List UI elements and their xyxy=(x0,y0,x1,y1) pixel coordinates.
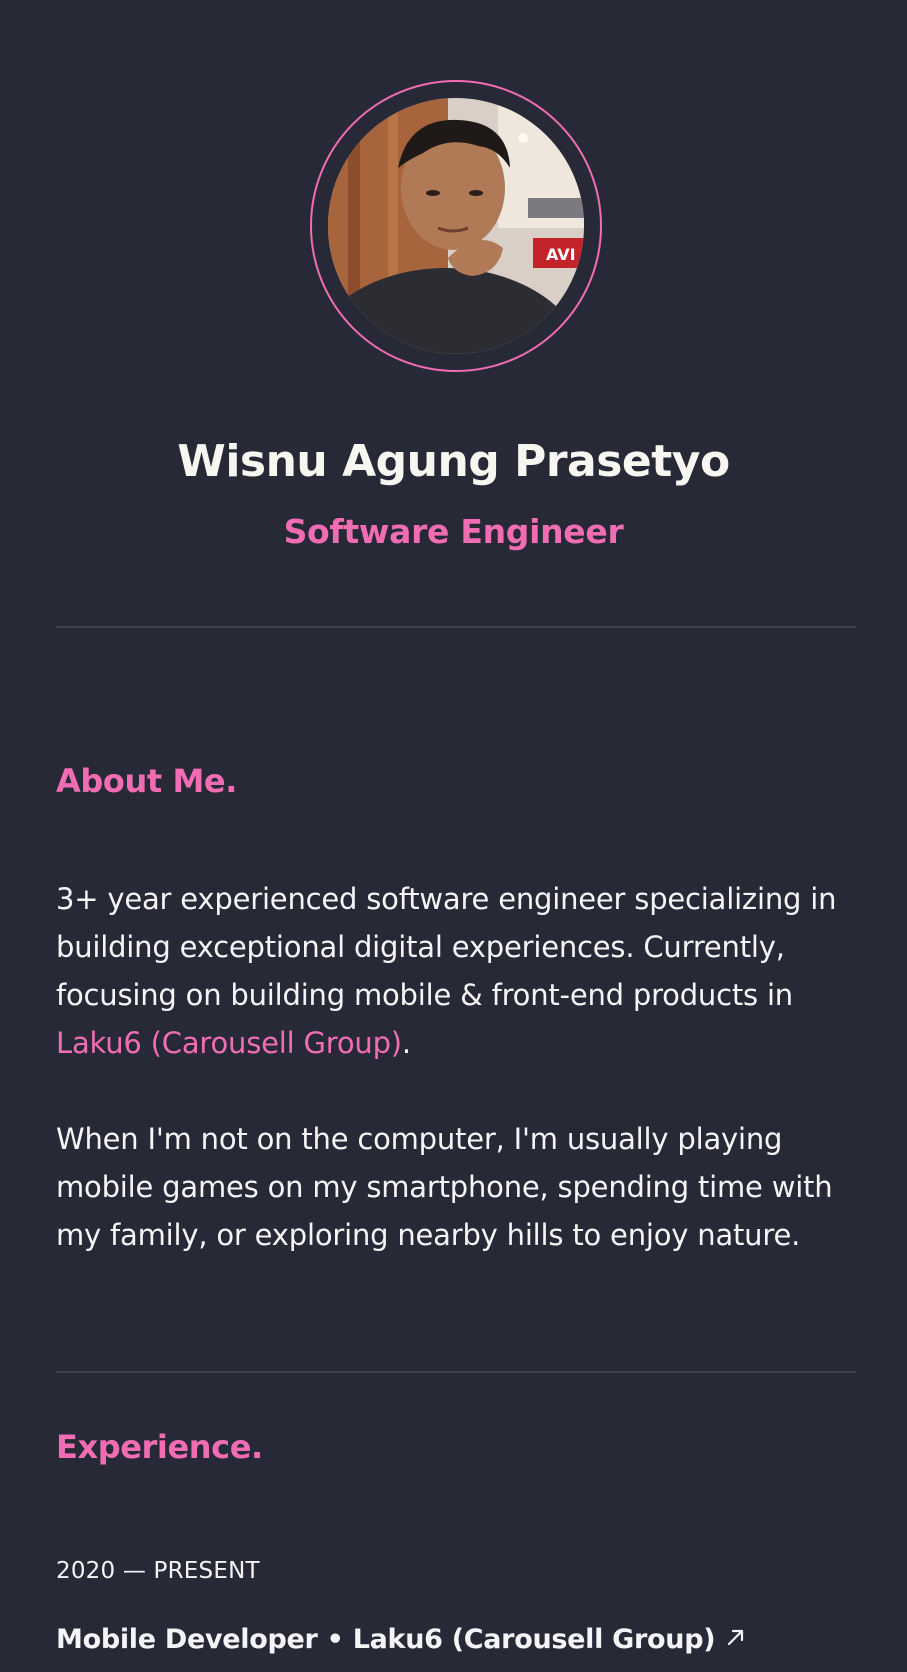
experience-title: Mobile Developer • Laku6 (Carousell Grou… xyxy=(56,1624,716,1655)
experience-date: 2020 — PRESENT xyxy=(56,1558,260,1584)
about-section-title: About Me. xyxy=(56,762,237,800)
arrow-up-right-icon xyxy=(725,1624,747,1655)
divider xyxy=(56,1371,856,1373)
experience-item-link[interactable]: Mobile Developer • Laku6 (Carousell Grou… xyxy=(56,1624,747,1655)
about-paragraph-2: When I'm not on the computer, I'm usuall… xyxy=(56,1122,833,1252)
svg-text:AVI: AVI xyxy=(546,245,576,264)
profile-photo-icon: AVI xyxy=(328,98,584,354)
profile-name: Wisnu Agung Prasetyo xyxy=(177,436,730,487)
about-paragraph-1-end: . xyxy=(401,1026,411,1060)
about-paragraph-1-text: 3+ year experienced software engineer sp… xyxy=(56,882,837,1012)
profile-page: AVI Wisnu Agung Prasetyo Software Engine… xyxy=(0,0,907,1672)
avatar-ring: AVI xyxy=(310,80,602,372)
company-link[interactable]: Laku6 (Carousell Group) xyxy=(56,1026,402,1060)
about-paragraph-1: 3+ year experienced software engineer sp… xyxy=(56,875,862,1067)
divider xyxy=(56,626,856,628)
experience-section-title: Experience. xyxy=(56,1428,263,1466)
profile-role: Software Engineer xyxy=(283,512,624,551)
avatar: AVI xyxy=(328,98,584,354)
